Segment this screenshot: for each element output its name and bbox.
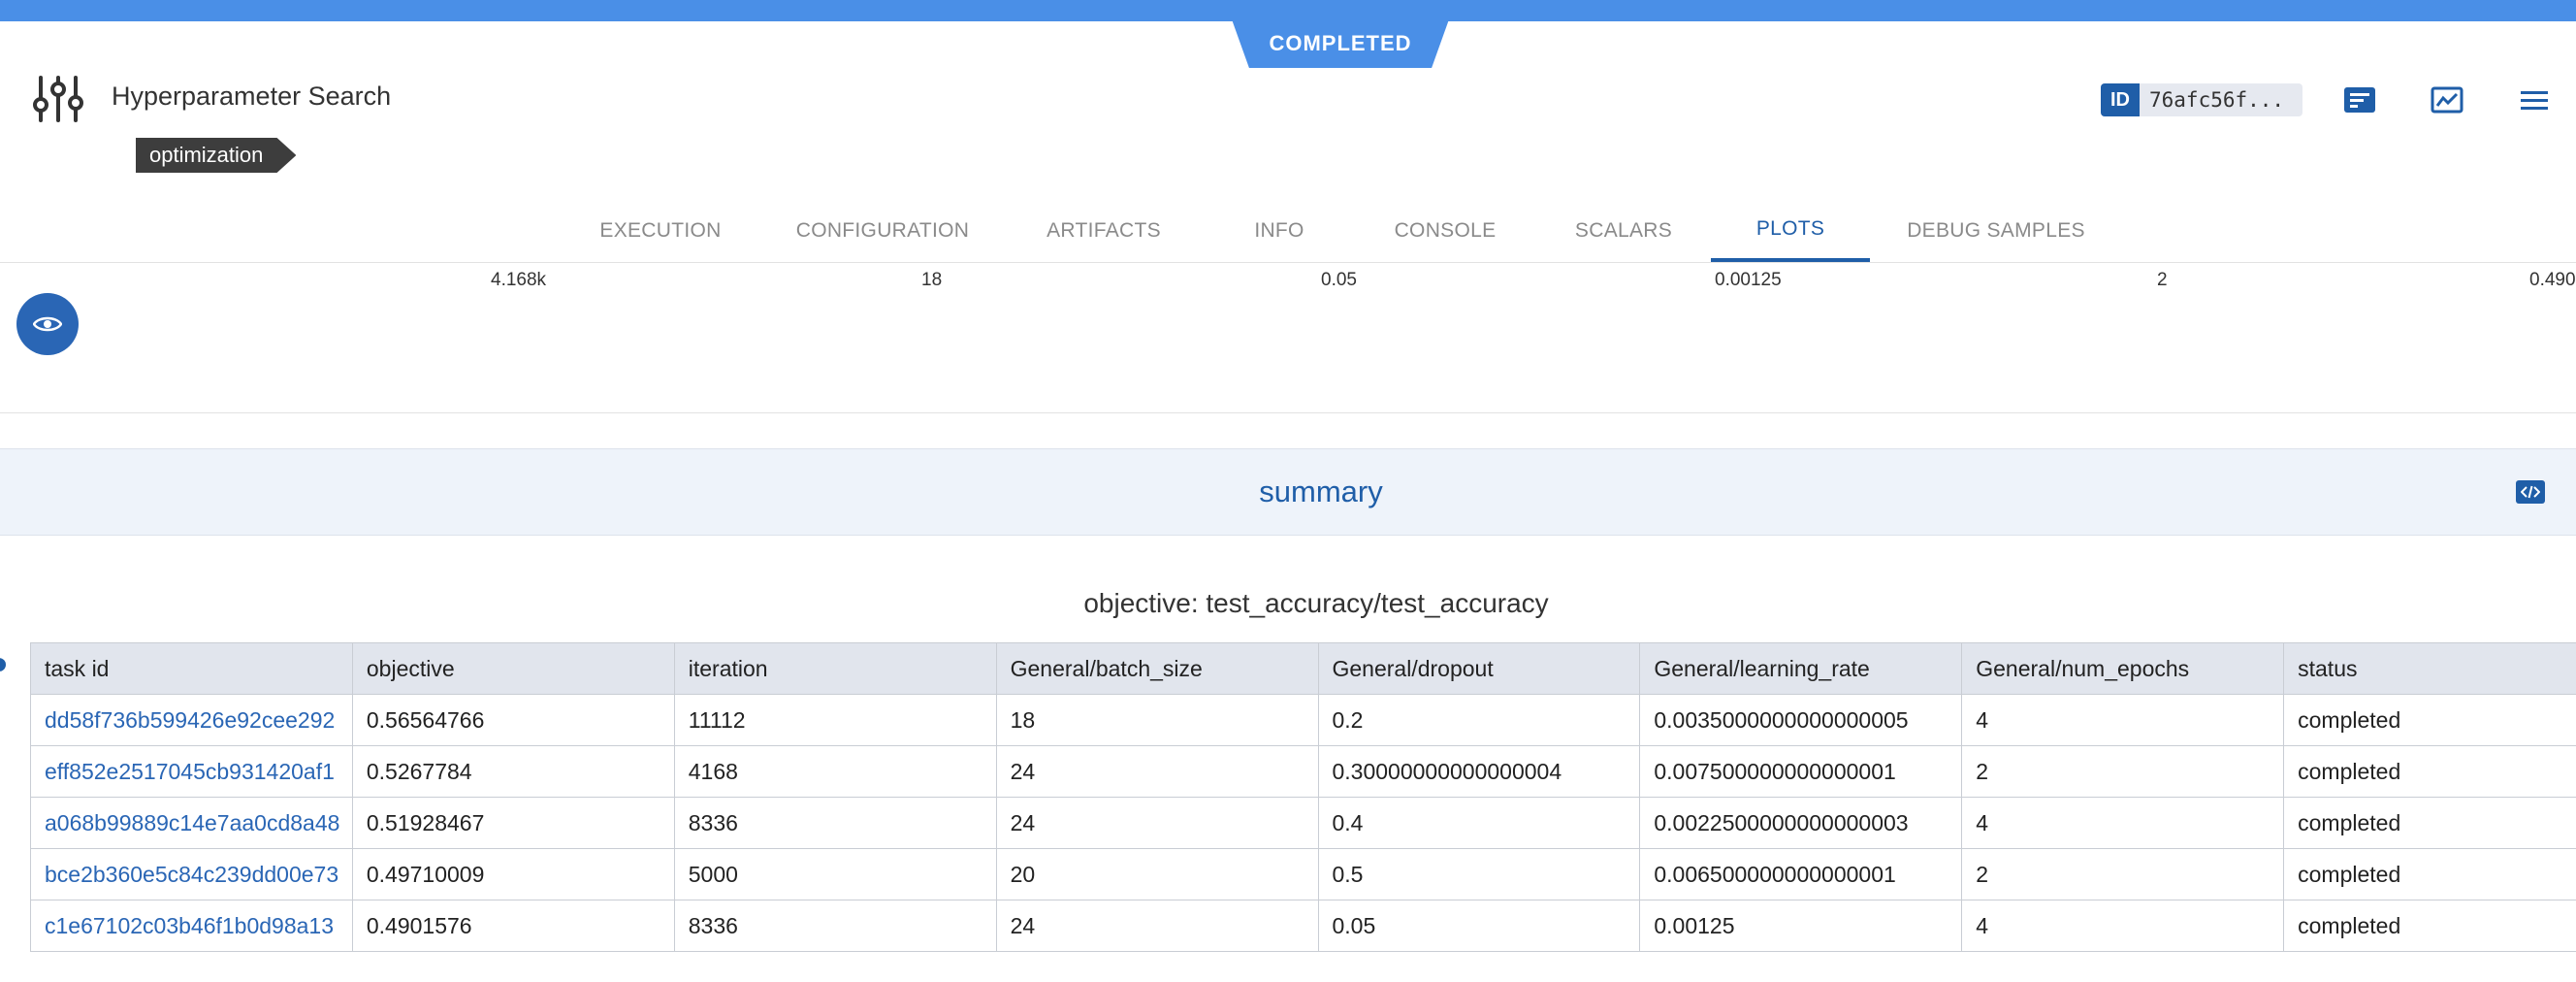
tab-configuration[interactable]: CONFIGURATION bbox=[788, 200, 978, 262]
task-id-link[interactable]: bce2b360e5c84c239dd00e73 bbox=[30, 848, 353, 900]
table-cell: 2 bbox=[1961, 848, 2285, 900]
column-header: General/num_epochs bbox=[1961, 642, 2285, 695]
table-cell: completed bbox=[2283, 848, 2576, 900]
menu-icon[interactable] bbox=[2518, 85, 2551, 115]
table-cell: 0.05 bbox=[1317, 900, 1641, 952]
task-id-link[interactable]: dd58f736b599426e92cee292 bbox=[30, 694, 353, 746]
table-header-row: task id objective iteration General/batc… bbox=[30, 642, 2576, 695]
table-cell: 0.4 bbox=[1317, 797, 1641, 849]
column-header: General/batch_size bbox=[995, 642, 1319, 695]
axis-value: 2 bbox=[2157, 270, 2168, 290]
summary-table: task id objective iteration General/batc… bbox=[30, 642, 2576, 952]
table-cell: 24 bbox=[995, 797, 1319, 849]
column-header: General/learning_rate bbox=[1639, 642, 1963, 695]
table-cell: 0.30000000000000004 bbox=[1317, 745, 1641, 798]
table-cell: 4 bbox=[1961, 694, 2285, 746]
table-cell: 24 bbox=[995, 900, 1319, 952]
table-cell: 0.5267784 bbox=[351, 745, 675, 798]
summary-title: summary bbox=[1259, 475, 1383, 508]
table-cell: completed bbox=[2283, 745, 2576, 798]
scroll-marker bbox=[0, 658, 6, 671]
task-id-value: 76afc56f... bbox=[2149, 88, 2285, 112]
table-cell: 0.4901576 bbox=[351, 900, 675, 952]
axis-value: 0.00125 bbox=[1715, 270, 1782, 290]
table-cell: 11112 bbox=[673, 694, 997, 746]
table-row: eff852e2517045cb931420af1 0.5267784 4168… bbox=[30, 745, 2576, 798]
tab-scalars[interactable]: SCALARS bbox=[1563, 200, 1684, 262]
status-badge: COMPLETED bbox=[1232, 19, 1449, 68]
table-cell: 8336 bbox=[673, 797, 997, 849]
table-row: bce2b360e5c84c239dd00e73 0.49710009 5000… bbox=[30, 848, 2576, 900]
task-id-copy[interactable]: ID 76afc56f... bbox=[2101, 83, 2302, 116]
page-title: Hyperparameter Search bbox=[112, 82, 392, 111]
table-cell: 18 bbox=[995, 694, 1319, 746]
id-badge: ID bbox=[2101, 83, 2140, 116]
objective-label: objective: test_accuracy/test_accuracy bbox=[1083, 588, 1549, 618]
table-cell: 0.007500000000000001 bbox=[1639, 745, 1963, 798]
axis-value: 0.05 bbox=[1321, 270, 1357, 290]
summary-header: summary bbox=[0, 448, 2576, 536]
details-icon[interactable] bbox=[2343, 85, 2376, 115]
column-header: iteration bbox=[673, 642, 997, 695]
embed-code-button[interactable] bbox=[2516, 480, 2545, 504]
table-cell: 0.2 bbox=[1317, 694, 1641, 746]
table-row: a068b99889c14e7aa0cd8a48 0.51928467 8336… bbox=[30, 797, 2576, 849]
code-icon bbox=[2521, 485, 2540, 499]
table-row: dd58f736b599426e92cee292 0.56564766 1111… bbox=[30, 694, 2576, 746]
section-divider bbox=[0, 412, 2576, 413]
table-cell: 4 bbox=[1961, 797, 2285, 849]
table-cell: 5000 bbox=[673, 848, 997, 900]
tab-artifacts[interactable]: ARTIFACTS bbox=[1032, 200, 1175, 262]
toggle-visibility-button[interactable] bbox=[16, 293, 79, 355]
table-cell: 0.56564766 bbox=[351, 694, 675, 746]
column-header: objective bbox=[351, 642, 675, 695]
tag-optimization[interactable]: optimization bbox=[136, 138, 297, 173]
task-id-link[interactable]: c1e67102c03b46f1b0d98a13 bbox=[30, 900, 353, 952]
table-cell: completed bbox=[2283, 797, 2576, 849]
axis-value: 18 bbox=[921, 270, 943, 290]
column-header: General/dropout bbox=[1317, 642, 1641, 695]
table-cell: 8336 bbox=[673, 900, 997, 952]
status-bar bbox=[0, 0, 2576, 21]
tab-plots[interactable]: PLOTS bbox=[1711, 200, 1870, 262]
column-header: task id bbox=[30, 642, 353, 695]
tab-console[interactable]: CONSOLE bbox=[1381, 200, 1509, 262]
table-cell: 0.00125 bbox=[1639, 900, 1963, 952]
table-cell: 20 bbox=[995, 848, 1319, 900]
chart-view-icon[interactable] bbox=[2431, 85, 2463, 115]
table-cell: 0.006500000000000001 bbox=[1639, 848, 1963, 900]
tabs-divider bbox=[0, 262, 2576, 263]
tab-execution[interactable]: EXECUTION bbox=[586, 200, 735, 262]
table-cell: completed bbox=[2283, 694, 2576, 746]
table-cell: 0.0035000000000000005 bbox=[1639, 694, 1963, 746]
task-id-link[interactable]: a068b99889c14e7aa0cd8a48 bbox=[30, 797, 353, 849]
table-cell: 24 bbox=[995, 745, 1319, 798]
sliders-icon bbox=[33, 76, 83, 122]
table-cell: completed bbox=[2283, 900, 2576, 952]
table-cell: 4168 bbox=[673, 745, 997, 798]
task-id-link[interactable]: eff852e2517045cb931420af1 bbox=[30, 745, 353, 798]
axis-value: 4.168k bbox=[491, 270, 547, 290]
table-cell: 0.51928467 bbox=[351, 797, 675, 849]
table-cell: 0.49710009 bbox=[351, 848, 675, 900]
table-cell: 0.0022500000000000003 bbox=[1639, 797, 1963, 849]
table-cell: 4 bbox=[1961, 900, 2285, 952]
tab-bar: EXECUTION CONFIGURATION ARTIFACTS INFO C… bbox=[0, 200, 2576, 262]
axis-value: 0.490 bbox=[2529, 270, 2576, 290]
table-cell: 2 bbox=[1961, 745, 2285, 798]
eye-icon bbox=[33, 316, 62, 332]
table-row: c1e67102c03b46f1b0d98a13 0.4901576 8336 … bbox=[30, 900, 2576, 952]
tab-debug-samples[interactable]: DEBUG SAMPLES bbox=[1899, 200, 2093, 262]
tab-info[interactable]: INFO bbox=[1232, 200, 1327, 262]
table-cell: 0.5 bbox=[1317, 848, 1641, 900]
column-header: status bbox=[2283, 642, 2576, 695]
